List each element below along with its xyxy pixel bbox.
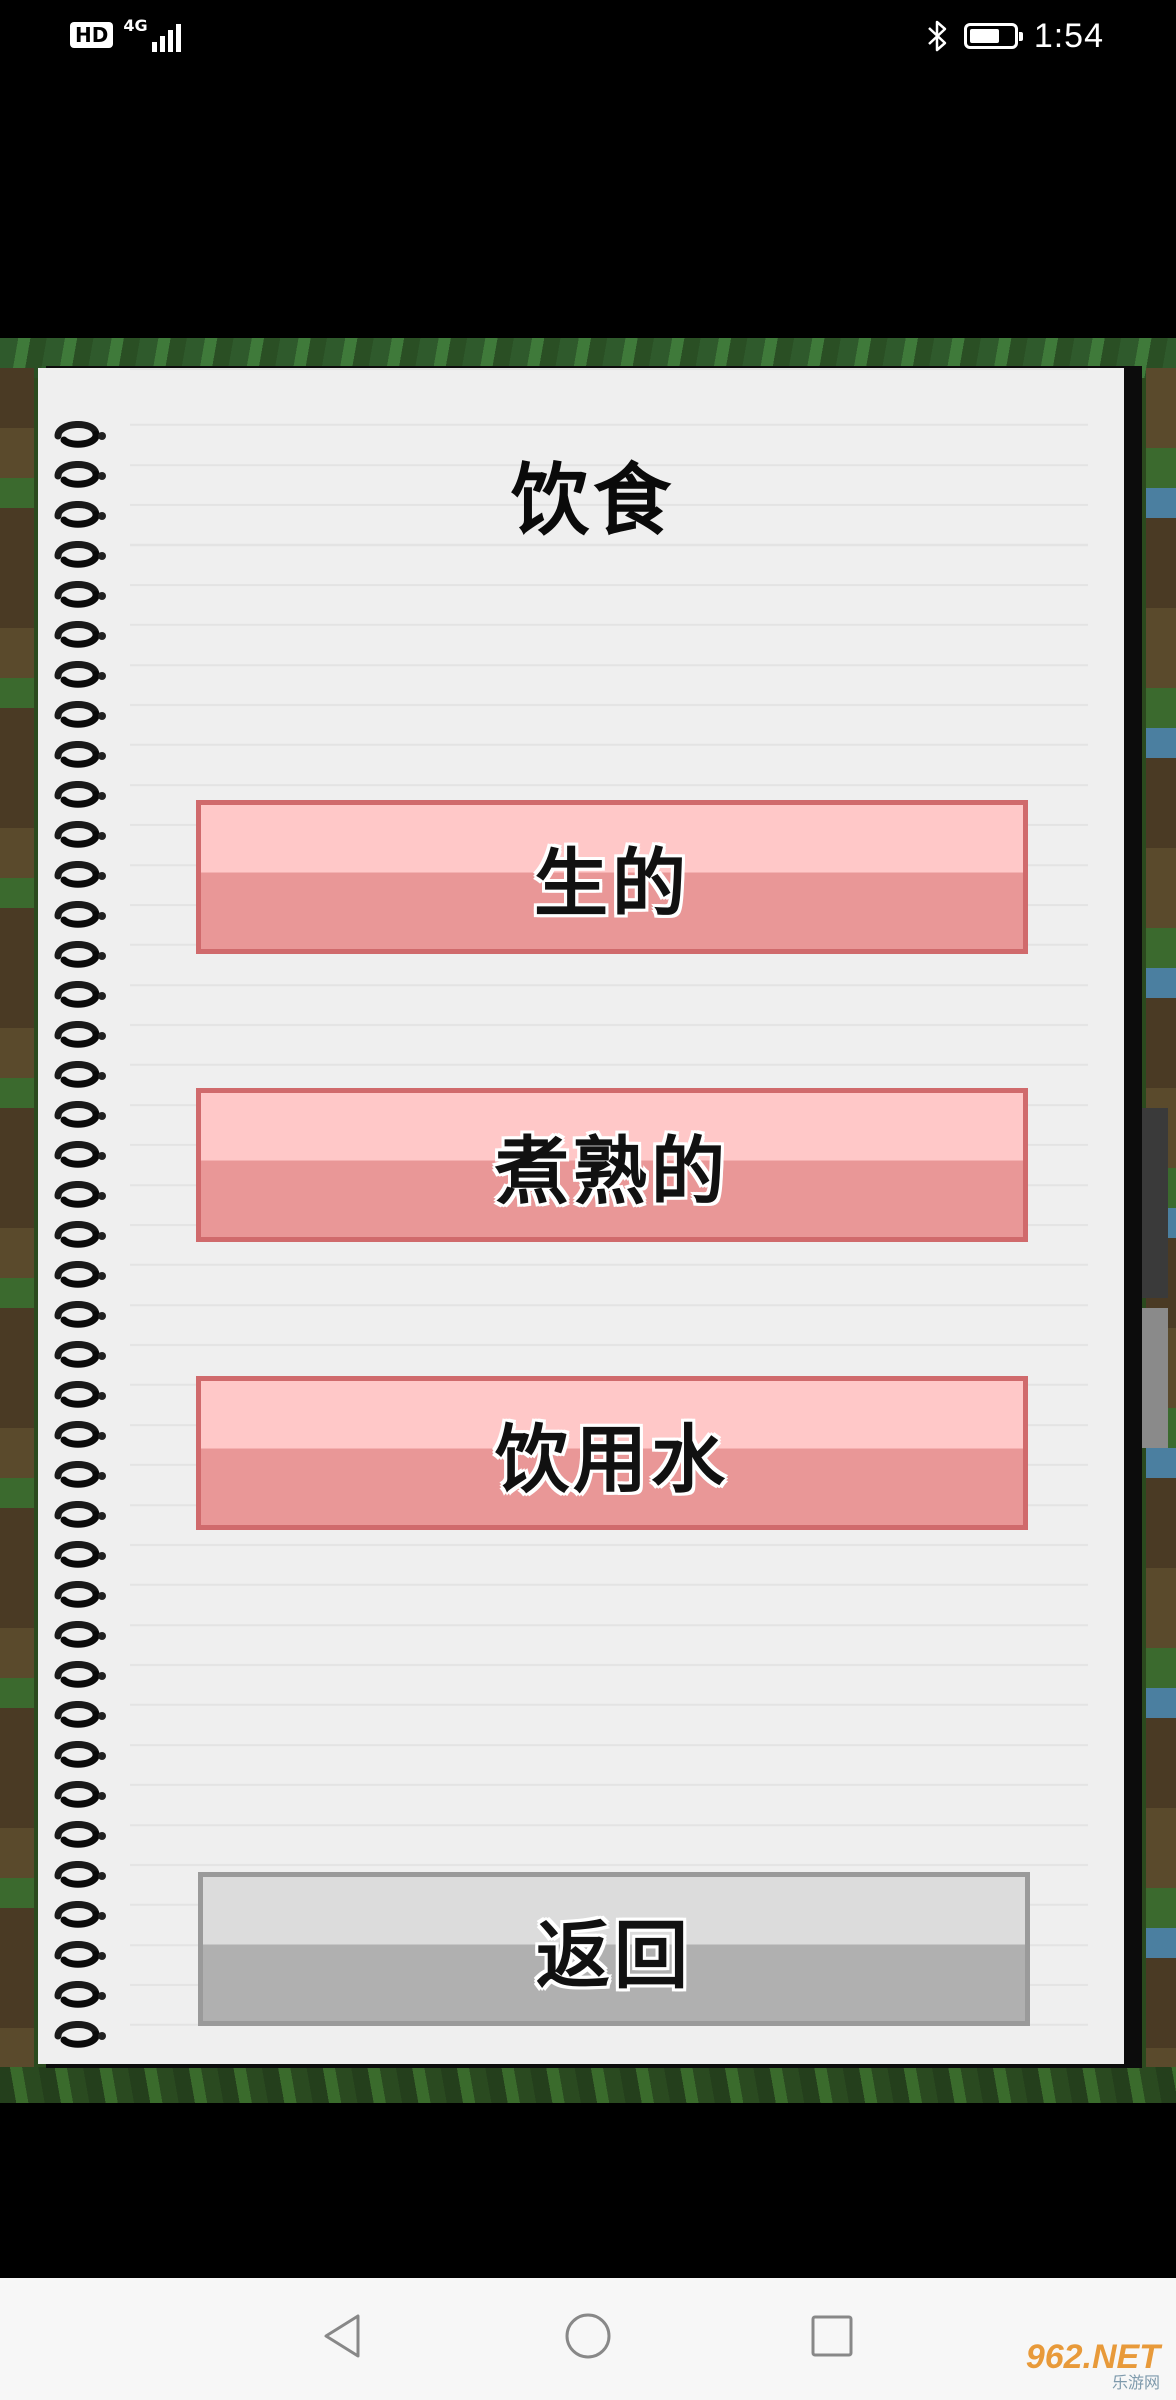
- battery-level-fill: [969, 29, 999, 43]
- network-type-label: 4G: [123, 16, 148, 35]
- spiral-coil: [54, 1260, 106, 1288]
- spiral-coil: [54, 940, 106, 968]
- spiral-coil: [54, 1060, 106, 1088]
- spiral-coil: [54, 620, 106, 648]
- drinking-water-button[interactable]: 饮用水: [196, 1376, 1028, 1530]
- spiral-coil: [54, 1140, 106, 1168]
- notebook-margin: [1088, 368, 1124, 2064]
- back-button[interactable]: 返回: [198, 1872, 1030, 2026]
- network-indicator: 4G: [123, 16, 181, 52]
- hd-badge: HD: [70, 22, 114, 48]
- spiral-coil: [54, 1100, 106, 1128]
- spiral-coil: [54, 1300, 106, 1328]
- spiral-coil: [54, 1740, 106, 1768]
- cooked-food-button[interactable]: 煮熟的: [196, 1088, 1028, 1242]
- spiral-binding: [54, 420, 106, 2048]
- background-panel-strip: [1142, 1308, 1168, 1448]
- notebook-dialog: 饮食 生的 煮熟的 饮用水 返回: [38, 368, 1124, 2064]
- raw-food-button-label: 生的: [534, 840, 690, 927]
- spiral-coil: [54, 1420, 106, 1448]
- game-area: 饮食 生的 煮熟的 饮用水 返回: [0, 338, 1176, 2103]
- spiral-coil: [54, 980, 106, 1008]
- spiral-coil: [54, 580, 106, 608]
- clock: 1:54: [1033, 16, 1104, 55]
- watermark-main-text: 962.NET: [1025, 2338, 1160, 2376]
- nav-recents-button[interactable]: [802, 2308, 862, 2368]
- spiral-coil: [54, 700, 106, 728]
- spiral-coil: [54, 780, 106, 808]
- page-title: 饮食: [510, 456, 675, 546]
- back-triangle-icon: [320, 2312, 364, 2364]
- signal-icon: [151, 22, 181, 52]
- navigation-bar: 962.NET 乐游网: [0, 2278, 1176, 2400]
- tree-trunk-left: [0, 368, 34, 2068]
- cooked-food-button-label: 煮熟的: [495, 1128, 729, 1215]
- spiral-coil: [54, 820, 106, 848]
- spiral-coil: [54, 1540, 106, 1568]
- recents-square-icon: [809, 2313, 855, 2363]
- spiral-coil: [54, 2020, 106, 2048]
- spiral-coil: [54, 1940, 106, 1968]
- spiral-coil: [54, 1700, 106, 1728]
- spiral-coil: [54, 1020, 106, 1048]
- spiral-coil: [54, 1620, 106, 1648]
- nav-home-button[interactable]: [558, 2308, 618, 2368]
- status-right-group: 1:54: [926, 14, 1104, 58]
- spiral-coil: [54, 1660, 106, 1688]
- spiral-coil: [54, 1980, 106, 2008]
- watermark-logo: 962.NET 乐游网: [1026, 2340, 1160, 2392]
- spiral-coil: [54, 1860, 106, 1888]
- spiral-coil: [54, 900, 106, 928]
- spiral-coil: [54, 1900, 106, 1928]
- jungle-foliage-bottom: [0, 2067, 1176, 2103]
- drinking-water-button-label: 饮用水: [495, 1416, 729, 1503]
- spiral-coil: [54, 1500, 106, 1528]
- status-left-group: HD 4G: [70, 18, 181, 52]
- spiral-coil: [54, 1460, 106, 1488]
- spiral-coil: [54, 1580, 106, 1608]
- spiral-coil: [54, 1340, 106, 1368]
- battery-icon: [963, 23, 1023, 49]
- spiral-coil: [54, 1180, 106, 1208]
- spiral-coil: [54, 660, 106, 688]
- spiral-coil: [54, 1780, 106, 1808]
- watermark-sub-text: 乐游网: [1111, 2373, 1160, 2392]
- spiral-coil: [54, 740, 106, 768]
- home-circle-icon: [563, 2311, 613, 2365]
- nav-back-button[interactable]: [312, 2308, 372, 2368]
- bluetooth-icon: [926, 19, 948, 53]
- status-bar: HD 4G 1:54: [0, 0, 1176, 74]
- spiral-coil: [54, 1380, 106, 1408]
- spiral-coil: [54, 860, 106, 888]
- spiral-coil: [54, 1220, 106, 1248]
- background-panel-strip: [1142, 1108, 1168, 1298]
- spiral-coil: [54, 1820, 106, 1848]
- raw-food-button[interactable]: 生的: [196, 800, 1028, 954]
- back-button-label: 返回: [536, 1912, 692, 1999]
